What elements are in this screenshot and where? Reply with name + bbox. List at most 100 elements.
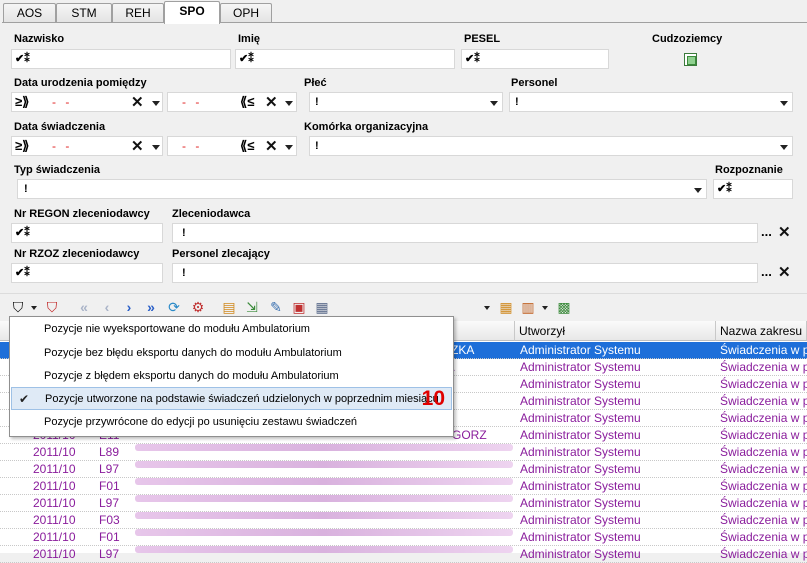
chevron-down-icon[interactable] (542, 306, 548, 310)
redacted-name (135, 444, 513, 451)
filter-menu: Pozycje nie wyeksportowane do modułu Amb… (9, 316, 454, 437)
less-equal-operator-icon[interactable]: ⟪≤ (240, 139, 254, 153)
grid-settings-icon[interactable]: ▦ (498, 299, 514, 315)
last-record-icon[interactable]: » (143, 299, 159, 315)
wildcard-operator-icon[interactable]: ✔⁑ (15, 52, 30, 66)
nazwisko-field[interactable]: ✔⁑ (11, 49, 231, 69)
birth-date-from-field[interactable]: ≥⟫ - - ✕ (11, 92, 163, 112)
pesel-field[interactable]: ✔⁑ (461, 49, 609, 69)
table-row[interactable]: 2011/10 L97 Administrator Systemu Świadc… (0, 546, 807, 563)
search-refresh-icon[interactable]: ⚙ (190, 299, 206, 315)
table-row[interactable]: 2011/10 F03 Administrator Systemu Świadc… (0, 512, 807, 529)
chevron-down-icon[interactable] (780, 145, 788, 150)
menu-item-not-exported[interactable]: Pozycje nie wyeksportowane do modułu Amb… (11, 318, 452, 341)
service-date-from-field[interactable]: ≥⟫ - - ✕ (11, 136, 163, 156)
service-date-to-field[interactable]: - - ⟪≤ ✕ (167, 136, 297, 156)
greater-equal-operator-icon[interactable]: ≥⟫ (15, 95, 29, 109)
pesel-label: PESEL (464, 33, 501, 45)
refresh-icon[interactable]: ⟳ (166, 299, 182, 315)
zleceniodawca-field[interactable]: ! (172, 223, 758, 243)
preview-icon[interactable]: ▦ (314, 299, 330, 315)
wildcard-operator-icon[interactable]: ✔⁑ (465, 52, 480, 66)
nr-rzoz-field[interactable]: ✔⁑ (11, 263, 163, 283)
clear-personel-icon[interactable]: ✕ (778, 265, 791, 280)
table-row[interactable]: 2011/10 L97 Administrator Systemu Świadc… (0, 461, 807, 478)
rozpoznanie-field[interactable]: ✔⁑ (713, 179, 793, 199)
birth-date-to-field[interactable]: - - ⟪≤ ✕ (167, 92, 297, 112)
filter-icon[interactable]: ⛉ (10, 299, 26, 315)
table-row[interactable]: 2011/10 L89 Administrator Systemu Świadc… (0, 444, 807, 461)
annotation-badge: 10 (421, 387, 445, 410)
menu-item-export-error[interactable]: Pozycje z błędem eksportu danych do modu… (11, 365, 452, 388)
tab-spo[interactable]: SPO (164, 1, 220, 24)
service-date-to-value: - - (182, 139, 203, 153)
chevron-down-icon[interactable] (285, 145, 293, 150)
menu-item-previous-month[interactable]: ✔ Pozycje utworzone na podstawie świadcz… (11, 387, 452, 410)
nr-regon-label: Nr REGON zleceniodawcy (14, 208, 150, 220)
previous-record-icon[interactable]: ‹ (99, 299, 115, 315)
clear-icon[interactable]: ✕ (265, 139, 278, 154)
chevron-down-icon[interactable] (285, 101, 293, 106)
nr-regon-field[interactable]: ✔⁑ (11, 223, 163, 243)
cudzoziemcy-checkbox[interactable] (684, 53, 697, 66)
wildcard-operator-icon[interactable]: ✔⁑ (15, 226, 30, 240)
exclamation-operator-icon[interactable]: ! (315, 139, 319, 153)
column-header-utworzyl[interactable]: Utworzył (515, 321, 716, 341)
redacted-name (135, 546, 513, 553)
clear-zleceniodawca-icon[interactable]: ✕ (778, 225, 791, 240)
chevron-down-icon[interactable] (780, 101, 788, 106)
chevron-down-icon[interactable] (694, 188, 702, 193)
exclamation-operator-icon[interactable]: ! (515, 95, 519, 109)
chevron-down-icon[interactable] (484, 306, 490, 310)
next-record-icon[interactable]: › (121, 299, 137, 315)
tab-reh[interactable]: REH (112, 3, 164, 23)
chevron-down-icon[interactable] (152, 101, 160, 106)
typ-swiadczenia-select[interactable]: ! (17, 179, 707, 199)
greater-equal-operator-icon[interactable]: ≥⟫ (15, 139, 29, 153)
exclamation-operator-icon[interactable]: ! (24, 182, 28, 196)
komorka-label: Komórka organizacyjna (304, 121, 429, 133)
redacted-name (135, 461, 513, 468)
exclamation-operator-icon[interactable]: ! (182, 226, 186, 240)
first-record-icon[interactable]: « (76, 299, 92, 315)
less-equal-operator-icon[interactable]: ⟪≤ (240, 95, 254, 109)
clear-icon[interactable]: ✕ (265, 95, 278, 110)
chevron-down-icon[interactable] (490, 101, 498, 106)
menu-item-no-export-error[interactable]: Pozycje bez błędu eksportu danych do mod… (11, 342, 452, 365)
chevron-down-icon[interactable] (31, 306, 37, 310)
plec-label: Płeć (304, 77, 327, 89)
browse-personel-button[interactable]: ... (761, 264, 772, 279)
clear-filter-icon[interactable]: ⛉ (44, 299, 60, 315)
wildcard-operator-icon[interactable]: ✔⁑ (717, 182, 732, 196)
column-header-nazwa-zakresu[interactable]: Nazwa zakresu (716, 321, 807, 341)
redacted-name (135, 478, 513, 485)
browse-zleceniodawca-button[interactable]: ... (761, 224, 772, 239)
menu-item-restored[interactable]: Pozycje przywrócone do edycji po usunięc… (11, 411, 452, 434)
import-icon[interactable]: ⇲ (244, 299, 260, 315)
imie-field[interactable]: ✔⁑ (235, 49, 455, 69)
tab-oph[interactable]: OPH (220, 3, 272, 23)
table-row[interactable]: 2011/10 L97 Administrator Systemu Świadc… (0, 495, 807, 512)
tab-aos[interactable]: AOS (3, 3, 56, 23)
columns-icon[interactable]: ▥ (520, 299, 536, 315)
tab-stm[interactable]: STM (56, 3, 112, 23)
exclamation-operator-icon[interactable]: ! (315, 95, 319, 109)
wildcard-operator-icon[interactable]: ✔⁑ (15, 266, 30, 280)
rozpoznanie-label: Rozpoznanie (715, 164, 783, 176)
plec-select[interactable]: ! (309, 92, 503, 112)
edit-icon[interactable]: ✎ (268, 299, 284, 315)
table-row[interactable]: 2011/10 F01 Administrator Systemu Świadc… (0, 529, 807, 546)
clear-icon[interactable]: ✕ (131, 95, 144, 110)
exclamation-operator-icon[interactable]: ! (182, 266, 186, 280)
export-icon[interactable]: ▩ (556, 299, 572, 315)
chevron-down-icon[interactable] (152, 145, 160, 150)
new-document-icon[interactable]: ▤ (221, 299, 237, 315)
delete-icon[interactable]: ▣ (291, 299, 307, 315)
wildcard-operator-icon[interactable]: ✔⁑ (239, 52, 254, 66)
data-swiadczenia-label: Data świadczenia (14, 121, 106, 133)
clear-icon[interactable]: ✕ (131, 139, 144, 154)
table-row[interactable]: 2011/10 F01 Administrator Systemu Świadc… (0, 478, 807, 495)
personel-zlecajacy-field[interactable]: ! (172, 263, 758, 283)
komorka-select[interactable]: ! (309, 136, 793, 156)
personel-select[interactable]: ! (509, 92, 793, 112)
